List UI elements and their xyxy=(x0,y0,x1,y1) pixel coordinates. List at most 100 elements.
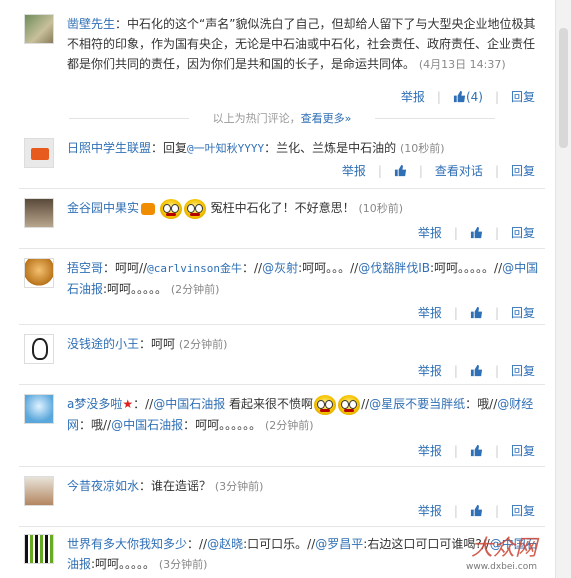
like-button[interactable] xyxy=(394,164,407,178)
view-conversation-link[interactable]: 查看对话 xyxy=(435,162,483,179)
reply-link[interactable]: 回复 xyxy=(511,502,535,519)
divider xyxy=(19,384,545,385)
thumbs-up-icon xyxy=(470,226,483,239)
comment-body: 没钱途的小王：呵呵 (2分钟前) xyxy=(67,334,543,355)
comment-item: 凿壁先生：中石化的这个“声名”貌似洗白了自己，但却给人留下了与大型央企业地位极其… xyxy=(19,14,549,110)
comment-actions: 举报 | | 回复 xyxy=(417,224,535,241)
report-link[interactable]: 举报 xyxy=(418,304,442,321)
hot-label: 以上为热门评论， xyxy=(212,112,301,125)
username-link[interactable]: 世界有多大你我知多少 xyxy=(67,537,187,551)
watermark-url: www.dxbei.com xyxy=(466,562,537,572)
comment-text: :呵呵。。。。。// xyxy=(430,261,503,275)
avatar[interactable] xyxy=(24,534,54,564)
thumbs-up-icon xyxy=(470,306,483,319)
username-link[interactable]: 金谷园中果实 xyxy=(67,201,139,215)
comment-body: 金谷园中果实 冤枉中石化了！不好意思！ (10秒前) xyxy=(67,198,543,219)
comment-body: 捂空哥：呵呵//@carlvinson金牛：//@灰射:呵呵。。。//@伐豁胖伐… xyxy=(67,258,543,300)
reply-link[interactable]: 回复 xyxy=(511,224,535,241)
mention-link[interactable]: @伐豁胖伐IB xyxy=(358,261,430,275)
timestamp: (3分钟前) xyxy=(158,558,208,571)
reply-link[interactable]: 回复 xyxy=(511,362,535,379)
divider xyxy=(19,466,545,467)
comment-text: ：// xyxy=(133,397,154,411)
username-link[interactable]: 日照中学生联盟 xyxy=(67,141,151,155)
avatar[interactable] xyxy=(24,14,54,44)
username-link[interactable]: 没钱途的小王 xyxy=(67,337,139,351)
avatar[interactable] xyxy=(24,258,54,288)
report-link[interactable]: 举报 xyxy=(342,162,366,179)
reply-link[interactable]: 回复 xyxy=(511,88,535,105)
vip-badge-icon xyxy=(141,202,156,215)
divider xyxy=(19,324,545,325)
comment-item: 今昔夜凉如水：谁在造谣？ (3分钟前) 举报 | | 回复 xyxy=(19,476,549,526)
watermark: 大众网 www.dxbei.com xyxy=(466,530,537,572)
username-link[interactable]: 捂空哥 xyxy=(67,261,103,275)
reply-prefix: ：回复 xyxy=(151,141,188,155)
report-link[interactable]: 举报 xyxy=(418,224,442,241)
comment-text: ：呵呵 xyxy=(139,337,176,351)
comment-item: 捂空哥：呵呵//@carlvinson金牛：//@灰射:呵呵。。。//@伐豁胖伐… xyxy=(19,258,549,328)
report-link[interactable]: 举报 xyxy=(418,502,442,519)
avatar[interactable] xyxy=(24,476,54,506)
comment-text: ：谁在造谣？ xyxy=(139,479,212,493)
comment-text: ：呵呵。。。。。。 xyxy=(183,417,262,432)
mention-link[interactable]: @赵晓 xyxy=(207,537,243,551)
reply-link[interactable]: 回复 xyxy=(511,304,535,321)
report-link[interactable]: 举报 xyxy=(401,88,425,105)
avatar[interactable] xyxy=(24,198,54,228)
comment-text: :口可口乐。// xyxy=(243,537,316,551)
thumbs-up-icon xyxy=(394,164,406,177)
mention-link[interactable]: @中国石油报 xyxy=(153,397,225,411)
reply-link[interactable]: 回复 xyxy=(511,162,535,179)
report-link[interactable]: 举报 xyxy=(418,362,442,379)
like-button[interactable] xyxy=(470,306,483,320)
mention-link[interactable]: @罗昌平 xyxy=(315,537,363,551)
comment-body: 今昔夜凉如水：谁在造谣？ (3分钟前) xyxy=(67,476,543,497)
watermark-logo: 大众网 xyxy=(470,536,537,561)
mention-link[interactable]: @中国石油报 xyxy=(111,418,183,432)
like-button[interactable] xyxy=(470,364,483,378)
avatar[interactable] xyxy=(24,138,54,168)
avatar[interactable] xyxy=(24,394,54,424)
comment-text: :呵呵。。。// xyxy=(298,261,359,275)
comment-text: :呵呵。。。。。 xyxy=(91,557,156,571)
comment-actions: 举报 | | 回复 xyxy=(417,362,535,379)
reply-link[interactable]: 回复 xyxy=(511,442,535,459)
comment-body: a梦没多啦★：//@中国石油报 看起来很不愤啊//@星辰不要当胖纸：哦//@财经… xyxy=(67,394,543,436)
vertical-scrollbar[interactable] xyxy=(555,0,571,578)
username-link[interactable]: 今昔夜凉如水 xyxy=(67,479,139,493)
comment-actions: 举报 | | 回复 xyxy=(417,442,535,459)
view-more-link[interactable]: 查看更多» xyxy=(301,112,352,125)
comment-feed: 凿壁先生：中石化的这个“声名”貌似洗白了自己，但却给人留下了与大型央企业地位极其… xyxy=(9,0,555,578)
mention-link[interactable]: @星辰不要当胖纸 xyxy=(369,397,465,411)
report-link[interactable]: 举报 xyxy=(418,442,442,459)
like-button[interactable]: (4) xyxy=(453,90,483,104)
comment-text: ：呵呵// xyxy=(103,261,148,275)
username-link[interactable]: a梦没多啦 xyxy=(67,397,122,411)
mention-link[interactable]: @灰射 xyxy=(262,261,298,275)
mention-link[interactable]: @一叶知秋YYYY xyxy=(187,142,264,155)
thumbs-up-icon xyxy=(470,364,483,377)
like-button[interactable] xyxy=(470,444,483,458)
timestamp: (10秒前) xyxy=(400,142,445,155)
comment-text: ：哦// xyxy=(79,417,112,432)
like-button[interactable] xyxy=(470,226,483,240)
divider xyxy=(19,526,545,527)
comment-actions: 举报 | (4) | 回复 xyxy=(400,88,535,105)
username-link[interactable]: 凿壁先生 xyxy=(67,17,115,31)
avatar[interactable] xyxy=(24,334,54,364)
like-button[interactable] xyxy=(470,504,483,518)
mention-link[interactable]: @carlvinson金牛 xyxy=(147,262,242,275)
comment-text: ：兰化、兰炼是中石油的 xyxy=(264,141,397,155)
divider xyxy=(19,248,545,249)
laugh-emoticon-icon xyxy=(314,394,337,415)
timestamp: (2分钟前) xyxy=(170,283,220,296)
laugh-emoticon-icon xyxy=(183,198,206,219)
star-badge-icon: ★ xyxy=(122,397,134,411)
comment-item: 金谷园中果实 冤枉中石化了！不好意思！ (10秒前) 举报 | | 回复 xyxy=(19,198,549,248)
comment-actions: 举报 | | 回复 xyxy=(417,502,535,519)
timestamp: (2分钟前) xyxy=(178,338,228,351)
comment-item: a梦没多啦★：//@中国石油报 看起来很不愤啊//@星辰不要当胖纸：哦//@财经… xyxy=(19,394,549,464)
scrollbar-thumb[interactable] xyxy=(559,28,568,148)
comment-text: // xyxy=(361,397,370,411)
